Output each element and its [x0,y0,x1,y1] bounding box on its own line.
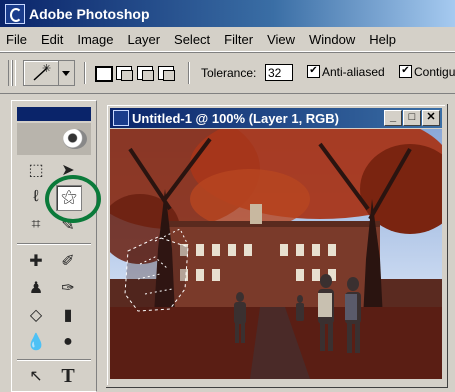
toolbox-divider-2 [17,359,91,361]
type-tool-icon: T [61,364,75,387]
menu-layer[interactable]: Layer [121,32,168,47]
image-canvas[interactable] [110,129,442,379]
app-title-bar: Adobe Photoshop [0,0,455,27]
marquee-tool-icon: ⬚ [28,162,44,179]
dodge-tool-button[interactable]: ● [56,330,80,354]
new-selection-button[interactable] [95,66,113,82]
document-title: Untitled-1 @ 100% (Layer 1, RGB) [132,110,340,126]
document-window: Untitled-1 @ 100% (Layer 1, RGB) _ □ ✕ [105,103,447,387]
brush-tool-button[interactable]: ✐ [56,249,80,273]
blur-tool-button[interactable]: 💧 [24,330,48,354]
brush-tool-icon: ✐ [61,253,75,270]
healing-brush-tool-icon: ✚ [29,253,43,270]
menu-file[interactable]: File [0,32,34,47]
toolbox-title-bar[interactable] [17,107,91,121]
adobe-eye-logo[interactable] [17,123,91,155]
blur-tool-icon: 💧 [26,334,46,351]
menu-image[interactable]: Image [70,32,120,47]
document-title-bar[interactable]: Untitled-1 @ 100% (Layer 1, RGB) _ □ ✕ [110,108,442,128]
options-divider-2 [188,62,190,84]
anti-aliased-checkbox[interactable]: ✔ [307,65,320,78]
magic-wand-highlight-circle [45,175,101,223]
history-brush-tool-icon: ✑ [61,280,75,297]
subtract-from-selection-button[interactable] [137,66,154,81]
options-divider [84,62,86,84]
tolerance-label: Tolerance: [201,66,257,80]
type-tool-button[interactable]: T [56,364,80,388]
campus-photo [110,129,442,379]
toolbox-palette: ⬚ ➤ ℓ ⚝ ⌗ ✎ ✚ ✐ ♟ ✑ ◇ ▮ 💧 ● ↖ T [11,100,97,392]
eye-icon [63,129,87,149]
tool-preset-button[interactable]: ✳ [23,60,59,86]
menu-help[interactable]: Help [362,32,403,47]
document-icon [113,110,129,126]
contiguous-label: Contigu [414,65,455,79]
dodge-tool-icon: ● [63,333,73,350]
gradient-tool-button[interactable]: ▮ [56,303,80,327]
svg-text:✳: ✳ [42,62,51,75]
crop-tool-button[interactable]: ⌗ [24,213,48,237]
healing-brush-tool-button[interactable]: ✚ [24,249,48,273]
marquee-tool-button[interactable]: ⬚ [24,158,48,182]
menu-filter[interactable]: Filter [217,32,260,47]
stamp-tool-icon: ♟ [28,280,44,297]
menu-window[interactable]: Window [302,32,362,47]
app-title: Adobe Photoshop [29,5,150,22]
close-button[interactable]: ✕ [422,110,440,126]
menu-select[interactable]: Select [167,32,217,47]
minimize-button[interactable]: _ [384,110,402,126]
toolbox-divider-1 [17,243,91,245]
contiguous-checkbox[interactable]: ✔ [399,65,412,78]
maximize-button[interactable]: □ [403,110,421,126]
add-to-selection-button[interactable] [116,66,133,81]
menu-bar: File Edit Image Layer Select Filter View… [0,27,455,52]
stamp-tool-button[interactable]: ♟ [24,276,48,300]
path-select-tool-button[interactable]: ↖ [24,364,48,388]
options-grip-2 [12,60,16,86]
tolerance-input[interactable] [265,64,293,81]
photoshop-logo-icon [5,3,25,24]
eraser-tool-icon: ◇ [29,307,43,324]
magic-wand-preset-icon: ✳ [33,62,51,81]
menu-view[interactable]: View [260,32,302,47]
eraser-tool-button[interactable]: ◇ [24,303,48,327]
anti-aliased-label: Anti-aliased [322,65,385,79]
lasso-tool-icon: ℓ [33,188,39,205]
intersect-selection-button[interactable] [158,66,175,81]
history-brush-tool-button[interactable]: ✑ [56,276,80,300]
gradient-tool-icon: ▮ [63,307,73,324]
crop-tool-icon: ⌗ [31,216,41,233]
tool-preset-dropdown-button[interactable] [58,60,75,86]
options-bar: ✳ Tolerance: ✔ Anti-aliased ✔ Contigu [0,52,455,94]
path-select-tool-icon: ↖ [29,368,43,385]
menu-edit[interactable]: Edit [34,32,70,47]
